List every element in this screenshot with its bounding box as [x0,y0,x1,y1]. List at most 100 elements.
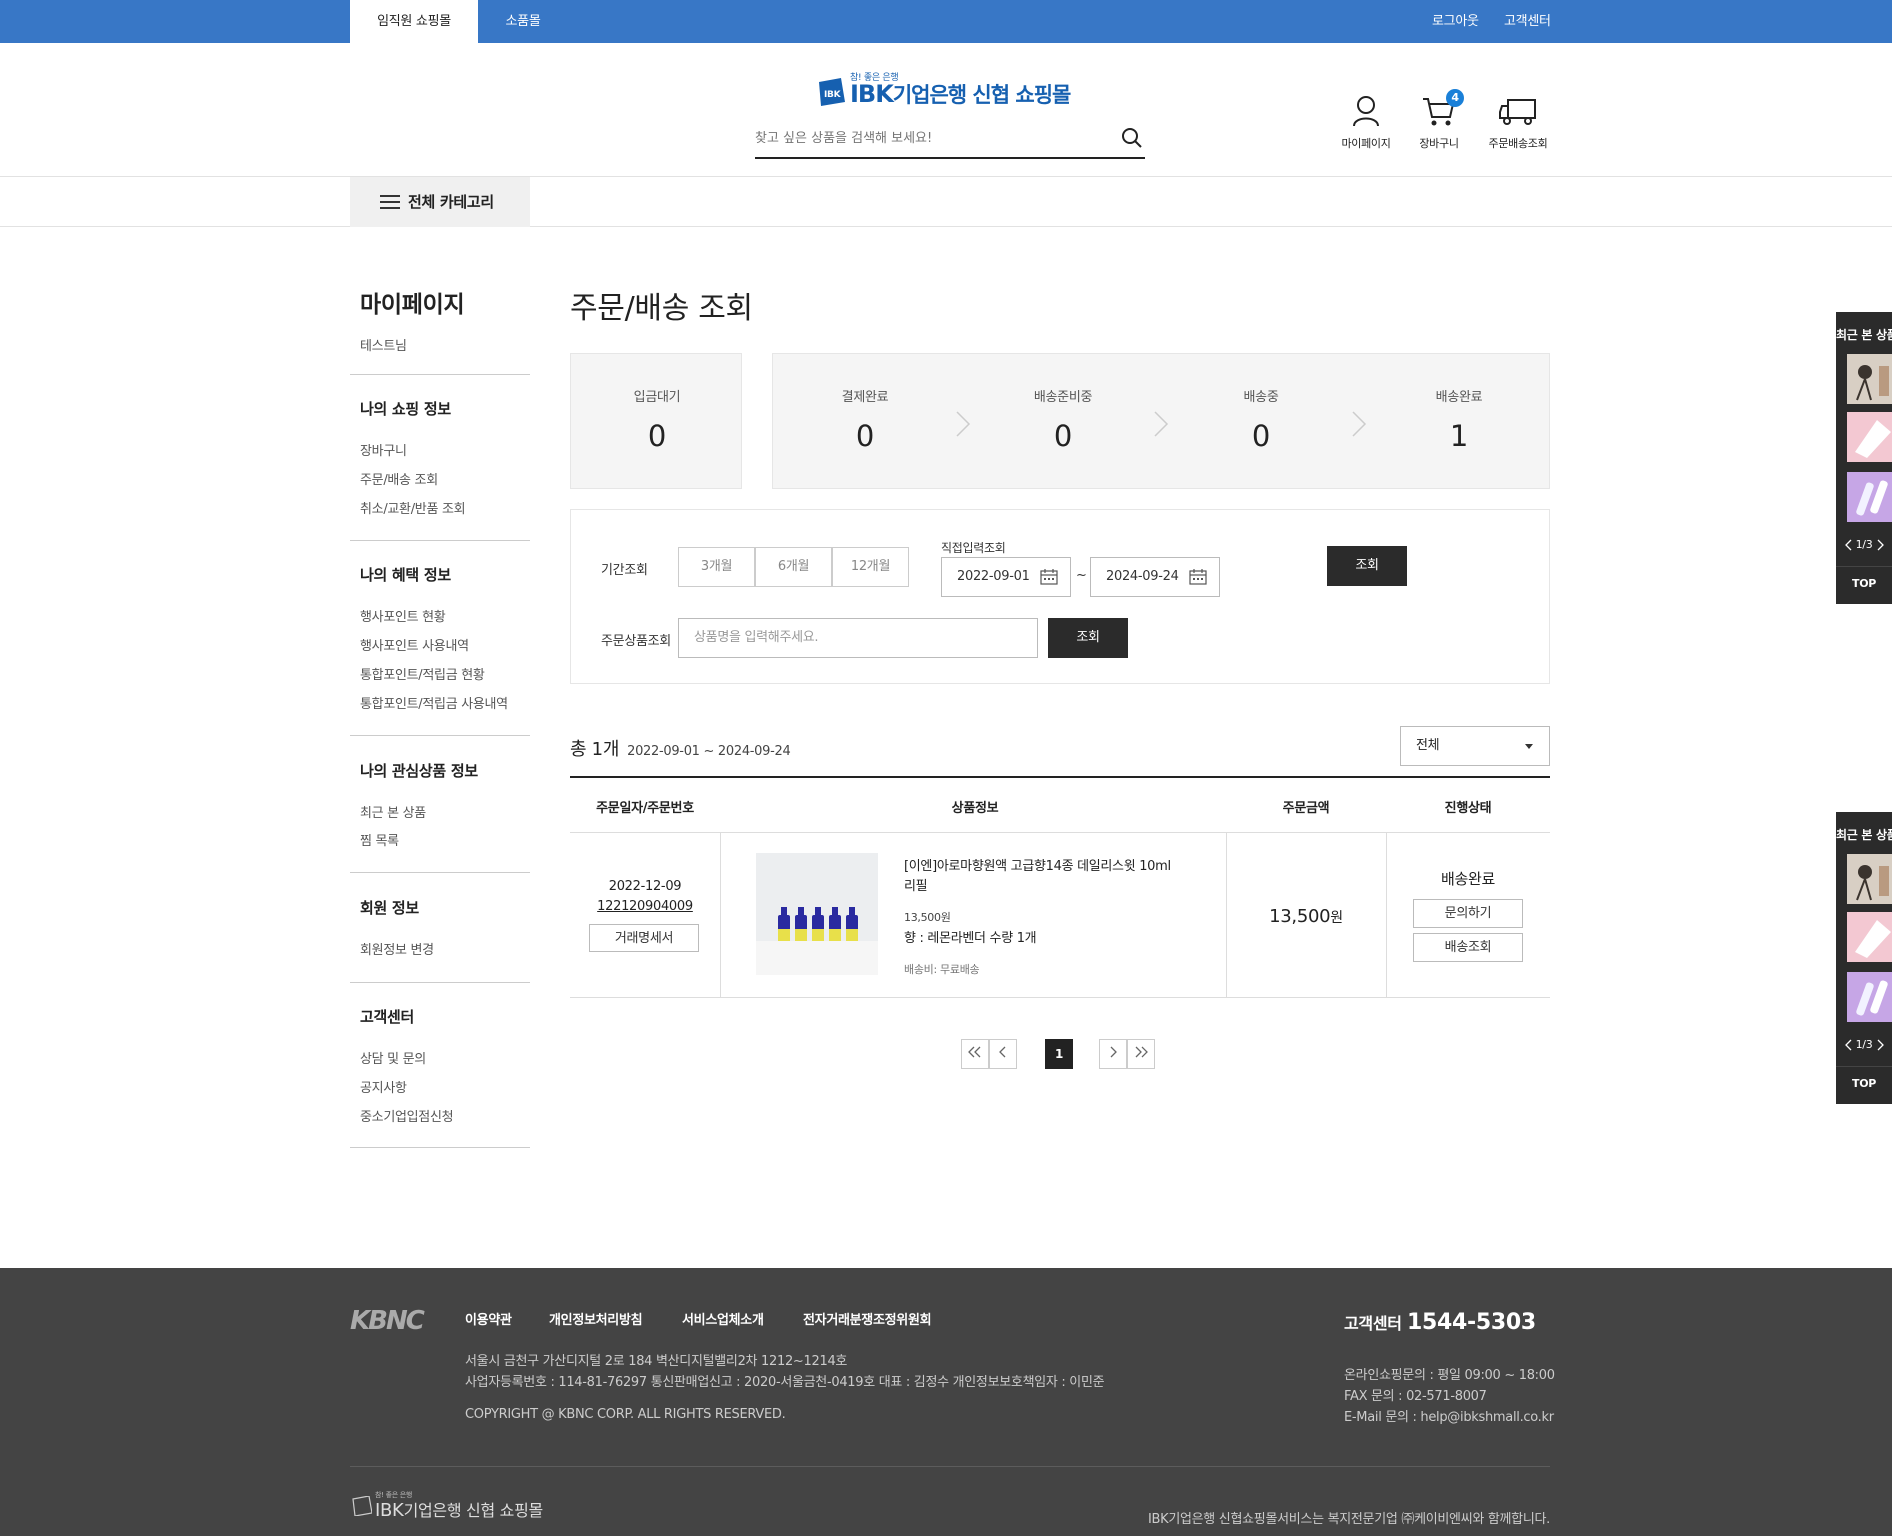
logout-link[interactable]: 로그아웃 [1432,0,1479,43]
stat-label: 결제완료 [841,390,889,405]
recent-product-thumb[interactable] [1847,972,1892,1022]
tab-employee-mall[interactable]: 임직원 쇼핑몰 [350,0,478,43]
ibk-logo-icon: IBK [819,78,845,106]
sidebar-heading-interest: 나의 관심상품 정보 [360,762,478,780]
site-logo[interactable]: IBK 참! 좋은 은행 IBK기업은행 신협 쇼핑몰 [815,70,1085,110]
order-tracking-button[interactable]: 주문배송조회 [1483,95,1553,151]
hamburger-icon [380,195,400,209]
product-search-input[interactable]: 상품명을 입력해주세요. [678,618,1038,658]
page-number-button[interactable]: 1 [1045,1039,1073,1069]
sidebar-heading-member: 회원 정보 [360,899,419,917]
prev-page-button[interactable] [989,1039,1017,1069]
sidebar-item-edit-member[interactable]: 회원정보 변경 [360,939,434,958]
next-page-button[interactable] [1099,1039,1127,1069]
ibk-logo-icon [352,1496,372,1516]
sidebar-item-event-points-history[interactable]: 행사포인트 사용내역 [360,635,469,654]
stat-payment-complete[interactable]: 결제완료 0 [795,386,935,453]
recent-product-thumb[interactable] [1847,412,1892,462]
chevron-right-icon[interactable] [1875,539,1885,551]
sidebar-item-order-delivery[interactable]: 주문/배송 조회 [360,469,438,488]
period-12month-button[interactable]: 12개월 [832,547,909,587]
date-from-field[interactable]: 2022-09-01 [941,557,1071,597]
recent-product-thumb[interactable] [1847,354,1892,404]
date-to-field[interactable]: 2024-09-24 [1090,557,1220,597]
period-3month-button[interactable]: 3개월 [678,547,755,587]
recent-products-widget: 최근 본 상품 1/3 TOP [1836,812,1892,1104]
stat-preparing[interactable]: 배송준비중 0 [993,386,1133,453]
logo-text: IBK기업은행 신협 쇼핑몰 [850,80,1071,108]
product-name-cont[interactable]: 리필 [904,875,928,894]
product-option: 향 : 레몬라벤더 수량 1개 [904,931,1037,946]
stat-label: 배송준비중 [1033,390,1093,405]
chevron-right-icon [1154,411,1169,437]
inquiry-button[interactable]: 문의하기 [1413,899,1523,928]
sidebar-item-vendor-apply[interactable]: 중소기업입점신청 [360,1106,454,1125]
last-page-button[interactable] [1127,1039,1155,1069]
footer-fax: FAX 문의 : 02-571-8007 [1344,1389,1487,1404]
tab-goods-mall[interactable]: 소품몰 [478,0,568,43]
recent-product-thumb[interactable] [1847,854,1892,904]
footer-business-info: 사업자등록번호 : 114-81-76297 통신판매업신고 : 2020-서울… [465,1375,1105,1390]
sidebar-item-recent-products[interactable]: 최근 본 상품 [360,802,426,821]
footer-divider [350,1466,1550,1467]
truck-icon [1499,99,1536,125]
cart-button[interactable]: 4 장바구니 [1404,89,1474,151]
stat-label: 배송완료 [1435,390,1483,405]
sidebar-item-event-points[interactable]: 행사포인트 현황 [360,606,446,625]
scroll-top-button[interactable]: TOP [1836,566,1892,590]
stat-delivered[interactable]: 배송완료 1 [1389,386,1529,453]
footer-email: E-Mail 문의 : help@ibkshmall.co.kr [1344,1410,1554,1425]
order-progress-box: 결제완료 0 배송준비중 0 배송중 0 배송완료 1 [772,353,1550,489]
footer-company-link[interactable]: 서비스업체소개 [682,1309,764,1328]
product-unit-price: 13,500원 [904,911,951,924]
search-icon[interactable] [1121,127,1143,149]
receipt-button[interactable]: 거래명세서 [589,924,699,952]
stat-label: 입금대기 [633,390,681,405]
sidebar-item-cancel-return[interactable]: 취소/교환/반품 조회 [360,498,466,517]
recent-product-thumb[interactable] [1847,912,1892,962]
table-row: 2022-12-09 122120904009 거래명세서 [이엔]아로마향원액… [570,833,1550,998]
chevron-right-icon[interactable] [1875,1039,1885,1051]
calendar-icon[interactable] [1040,569,1058,585]
date-search-button[interactable]: 조회 [1327,546,1407,586]
order-number-link[interactable]: 122120904009 [570,899,720,914]
all-category-button[interactable]: 전체 카테고리 [350,177,530,227]
stat-pending-payment[interactable]: 입금대기 0 [587,386,727,453]
status-select[interactable]: 전체 [1400,726,1550,766]
product-thumbnail[interactable] [756,853,878,975]
sidebar-item-inquiry[interactable]: 상담 및 문의 [360,1048,426,1067]
footer-ibk-logo: 참! 좋은 은행 IBK기업은행 신협 쇼핑몰 [350,1490,610,1521]
product-name[interactable]: [이엔]아로마향원액 고급향14종 데일리스윗 10ml [904,855,1171,874]
stat-value: 1 [1449,419,1469,453]
footer-address: 서울시 금천구 가산디지털 2로 184 벽산디지털밸리2차 1212~1214… [465,1354,848,1369]
recent-product-thumb[interactable] [1847,472,1892,522]
stat-value: 0 [647,419,667,453]
first-page-button[interactable] [961,1039,989,1069]
sidebar-item-notice[interactable]: 공지사항 [360,1077,407,1096]
sidebar-item-total-points[interactable]: 통합포인트/적립금 현황 [360,664,485,683]
search-input[interactable] [755,121,1095,155]
col-order-date: 주문일자/주문번호 [596,801,694,816]
order-status: 배송완료 [1440,870,1495,888]
search-bar [755,121,1145,159]
period-6month-button[interactable]: 6개월 [755,547,832,587]
product-search-label: 주문상품조회 [601,634,671,649]
order-amount: 13,500원 [1269,906,1343,927]
scroll-top-button[interactable]: TOP [1836,1066,1892,1090]
sidebar-item-wishlist[interactable]: 찜 목록 [360,830,399,849]
stat-label: 배송중 [1243,390,1279,405]
track-delivery-button[interactable]: 배송조회 [1413,933,1523,962]
stat-shipping[interactable]: 배송중 0 [1191,386,1331,453]
footer-privacy-link[interactable]: 개인정보처리방침 [549,1309,643,1328]
recent-products-title: 최근 본 상품 [1836,328,1892,342]
calendar-icon[interactable] [1189,569,1207,585]
customer-center-link[interactable]: 고객센터 [1504,0,1551,43]
footer-copyright: COPYRIGHT @ KBNC CORP. ALL RIGHTS RESERV… [465,1407,786,1422]
product-search-button[interactable]: 조회 [1048,618,1128,658]
footer-terms-link[interactable]: 이용약관 [465,1309,512,1328]
sidebar-item-total-points-history[interactable]: 통합포인트/적립금 사용내역 [360,693,508,712]
sidebar-divider [350,1147,530,1148]
mypage-button[interactable]: 마이페이지 [1331,95,1401,151]
sidebar-item-cart[interactable]: 장바구니 [360,440,407,459]
footer-dispute-link[interactable]: 전자거래분쟁조정위원회 [803,1309,932,1328]
